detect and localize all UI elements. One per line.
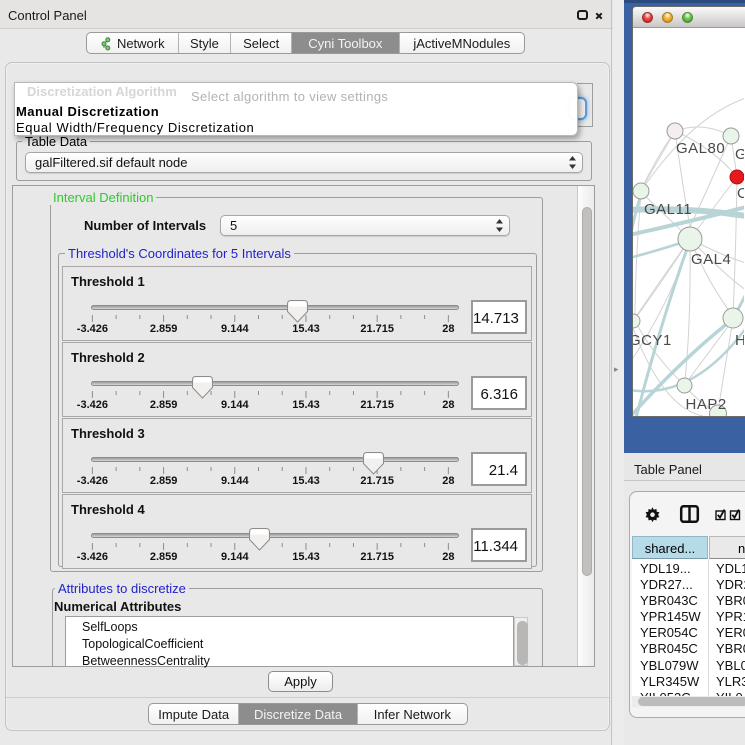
svg-text:H: H: [735, 332, 744, 349]
svg-text:GAL11: GAL11: [644, 201, 692, 218]
svg-text:C: C: [737, 185, 744, 202]
svg-text:GCY1: GCY1: [633, 332, 672, 349]
svg-text:G: G: [735, 146, 744, 163]
svg-text:GAL80: GAL80: [676, 140, 725, 157]
svg-text:GAL4: GAL4: [691, 251, 731, 268]
svg-text:HAP2: HAP2: [686, 396, 727, 413]
